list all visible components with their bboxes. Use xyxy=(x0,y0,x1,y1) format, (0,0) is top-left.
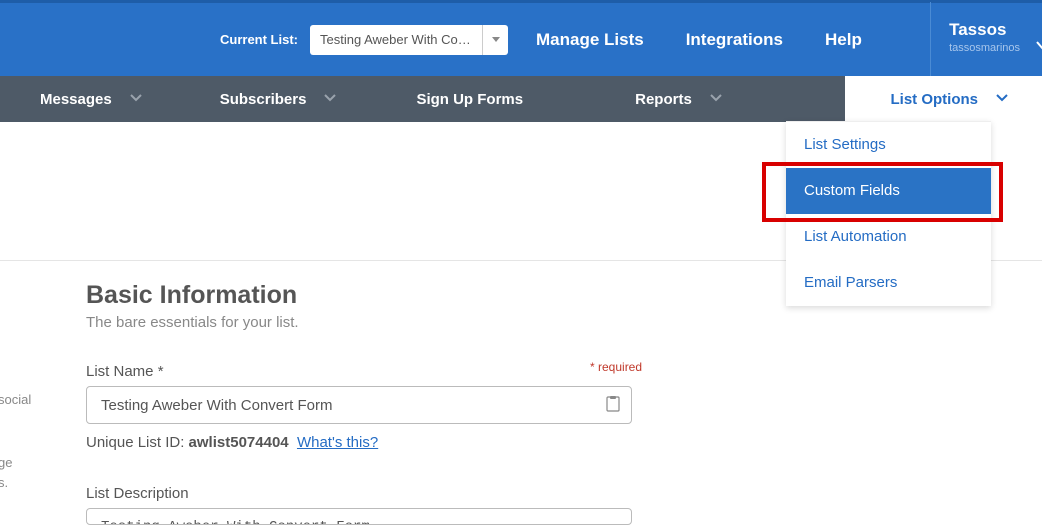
nav-messages[interactable]: Messages xyxy=(0,76,168,122)
account-username: tassosmarinos xyxy=(949,42,1020,54)
main-nav: Messages Subscribers Sign Up Forms Repor… xyxy=(0,76,1042,122)
nav-list-options-label: List Options xyxy=(891,91,979,108)
chevron-down-icon xyxy=(324,94,334,104)
unique-list-id-row: Unique List ID: awlist5074404 What's thi… xyxy=(86,434,1042,451)
unique-id-label: Unique List ID: xyxy=(86,434,189,451)
nav-messages-label: Messages xyxy=(40,91,112,108)
nav-integrations[interactable]: Integrations xyxy=(686,30,783,50)
dropdown-item-list-automation[interactable]: List Automation xyxy=(786,214,991,260)
dropdown-item-list-settings[interactable]: List Settings xyxy=(786,122,991,168)
nav-signup-label: Sign Up Forms xyxy=(416,91,523,108)
nav-signup-forms[interactable]: Sign Up Forms xyxy=(364,76,583,122)
section-subtitle: The bare essentials for your list. xyxy=(86,314,1042,331)
account-menu[interactable]: Tassos tassosmarinos xyxy=(930,2,1042,78)
chevron-down-icon xyxy=(1036,38,1042,54)
list-name-input-wrap xyxy=(86,386,632,424)
chevron-down-icon xyxy=(130,94,140,104)
required-note: * required xyxy=(590,360,642,374)
nav-list-options[interactable]: List Options xyxy=(845,76,1042,122)
current-list-selected: Testing Aweber With Co… xyxy=(310,32,482,47)
cutoff-text: ge s. xyxy=(0,453,12,492)
topbar-links: Manage Lists Integrations Help xyxy=(536,30,862,50)
chevron-down-icon xyxy=(710,94,720,104)
current-list-select[interactable]: Testing Aweber With Co… xyxy=(310,25,508,55)
whats-this-link[interactable]: What's this? xyxy=(297,434,378,451)
nav-subscribers-label: Subscribers xyxy=(220,91,307,108)
unique-id-value: awlist5074404 xyxy=(189,434,289,451)
nav-reports-label: Reports xyxy=(635,91,692,108)
caret-down-icon xyxy=(482,25,508,55)
nav-subscribers[interactable]: Subscribers xyxy=(168,76,365,122)
list-name-label: List Name * xyxy=(86,363,1042,380)
list-name-input[interactable] xyxy=(86,386,632,424)
dropdown-item-custom-fields[interactable]: Custom Fields xyxy=(786,168,991,214)
chevron-down-icon xyxy=(996,94,1006,104)
nav-help[interactable]: Help xyxy=(825,30,862,50)
cutoff-text: social xyxy=(0,390,31,410)
nav-reports[interactable]: Reports xyxy=(583,76,750,122)
clipboard-icon xyxy=(606,396,620,415)
top-bar: Current List: Testing Aweber With Co… Ma… xyxy=(0,0,1042,76)
list-description-label: List Description xyxy=(86,485,1042,502)
dropdown-item-email-parsers[interactable]: Email Parsers xyxy=(786,260,991,306)
list-options-dropdown: List Settings Custom Fields List Automat… xyxy=(786,121,991,306)
nav-manage-lists[interactable]: Manage Lists xyxy=(536,30,644,50)
current-list-label: Current List: xyxy=(220,32,298,47)
account-name: Tassos xyxy=(949,20,1020,40)
